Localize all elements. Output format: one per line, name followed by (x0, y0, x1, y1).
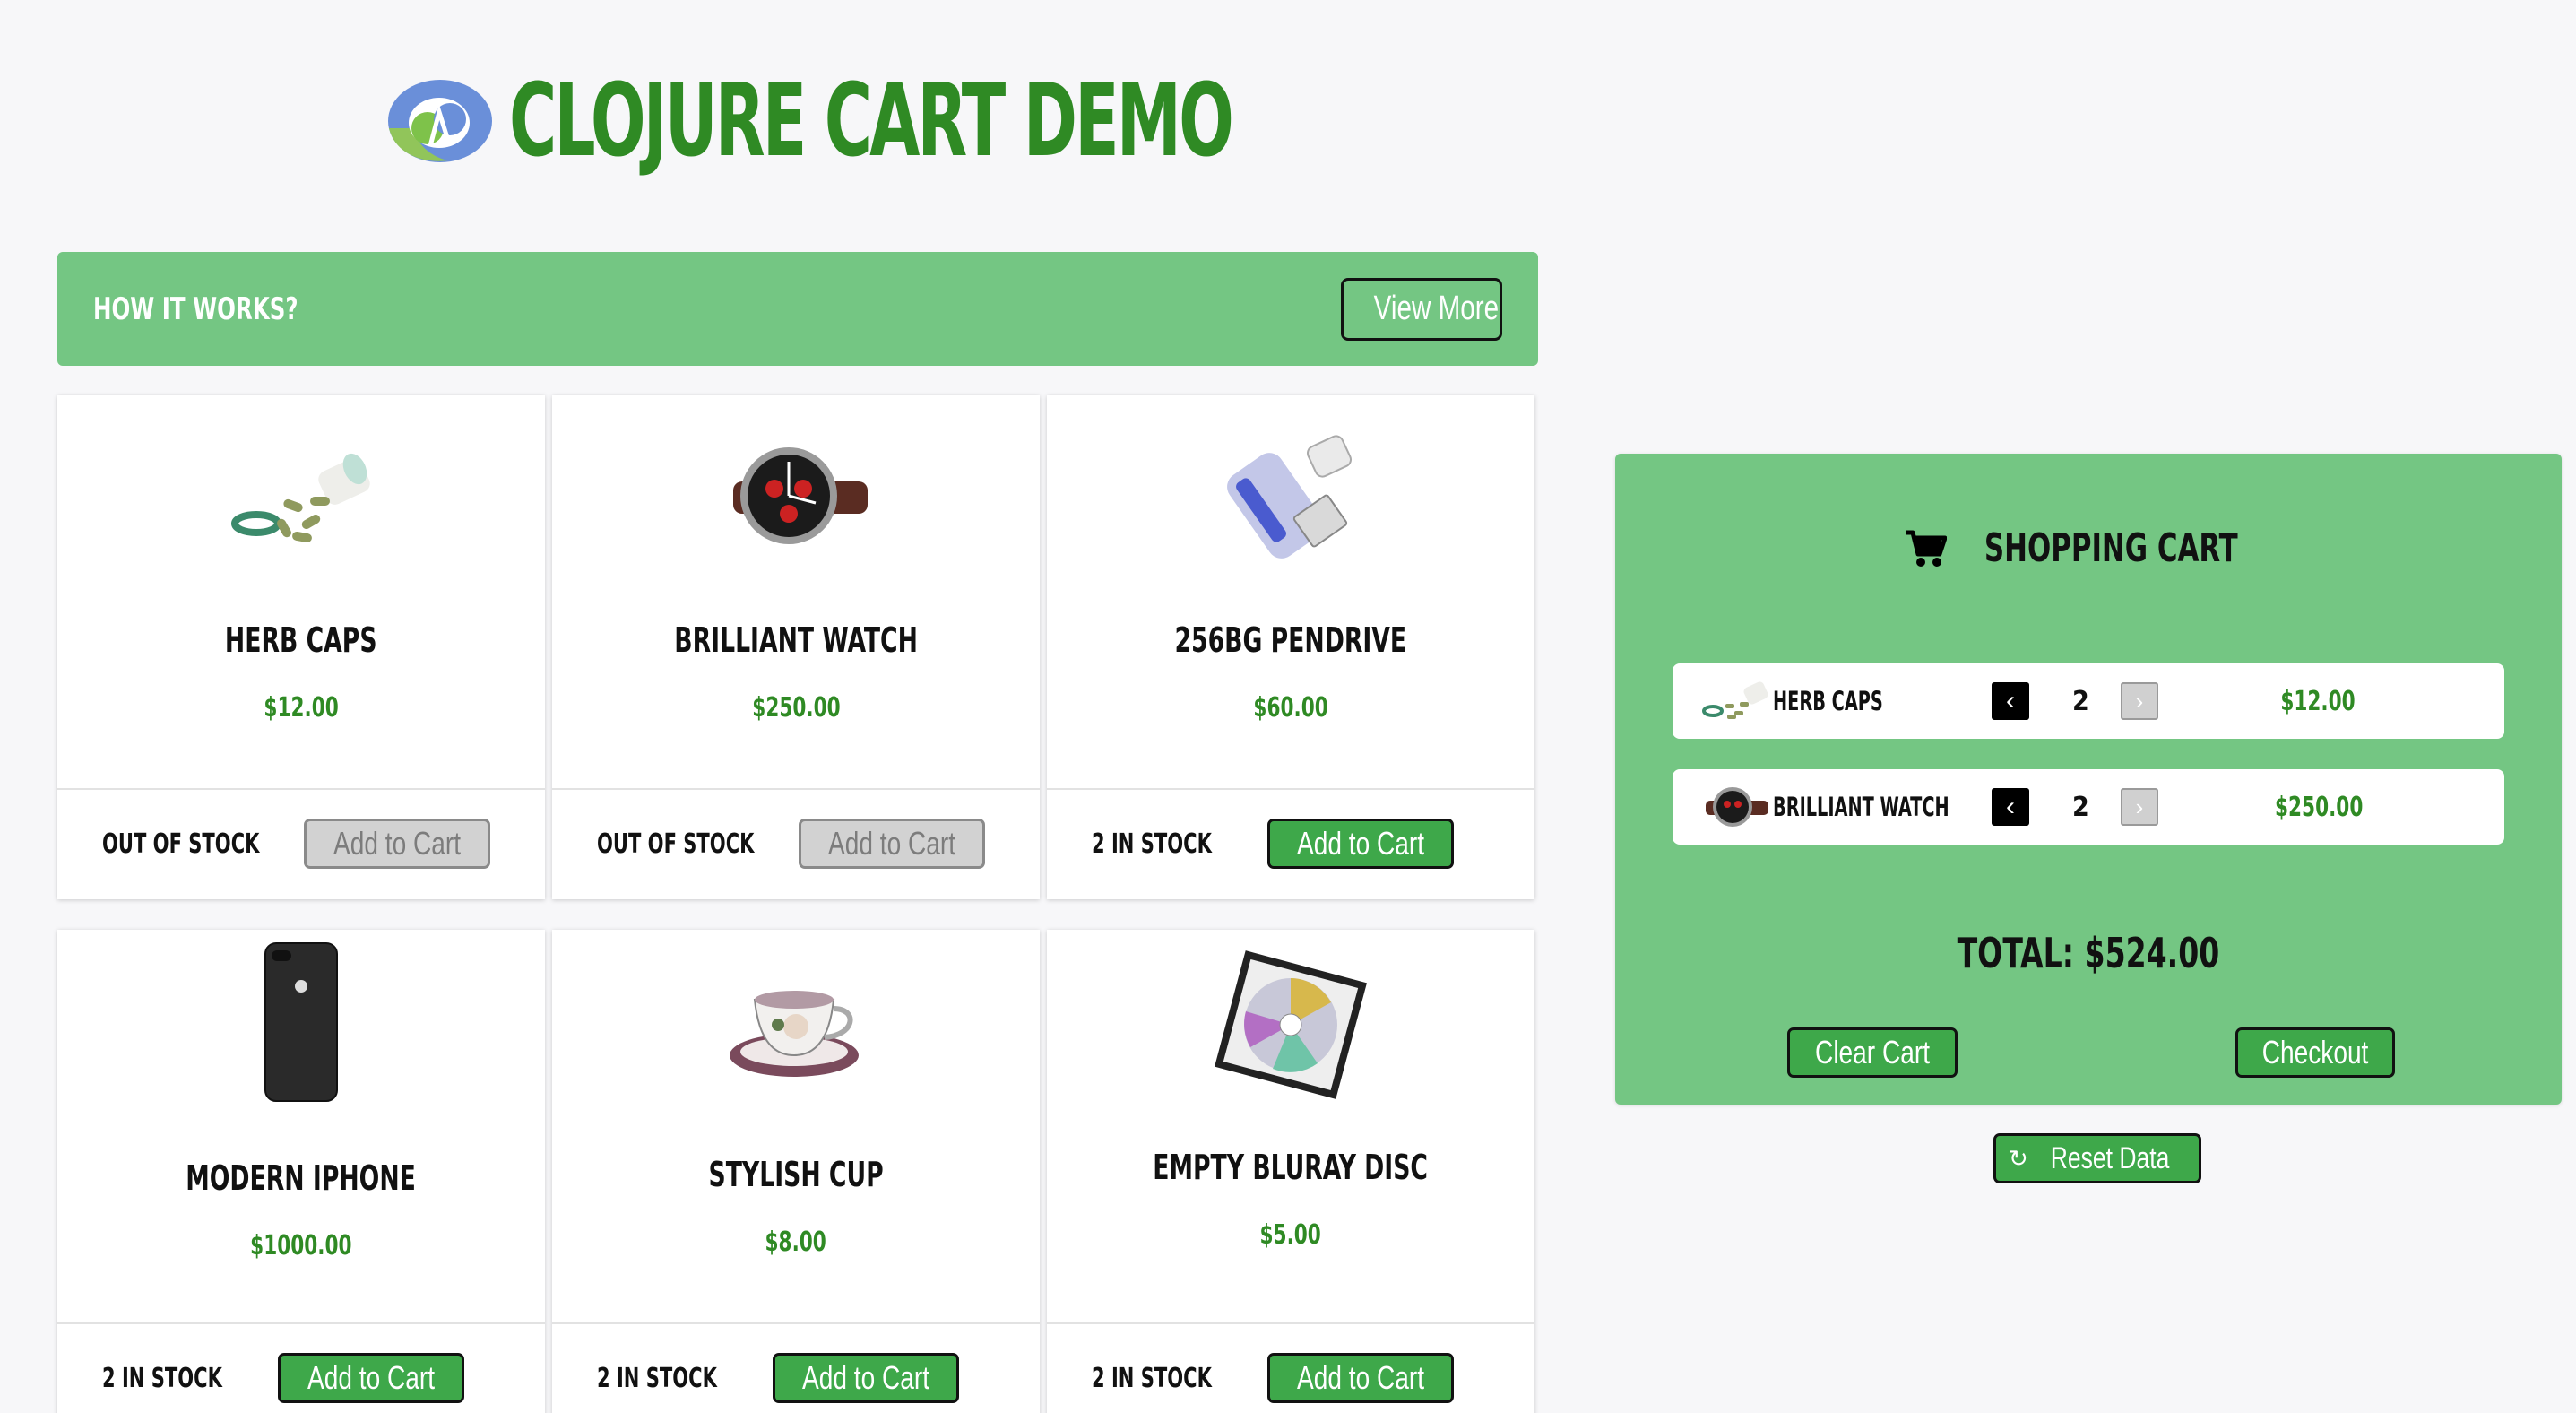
cart-item: HERB CAPS ‹ 2 › $12.00 (1673, 663, 2504, 739)
product-card: 256BG PENDRIVE $60.00 2 IN STOCK Add to … (1047, 395, 1534, 899)
product-grid: HERB CAPS $12.00 OUT OF STOCK Add to Car… (57, 395, 1536, 1413)
add-to-cart-button[interactable]: Add to Cart (277, 1353, 464, 1403)
quantity-value: 2 (2072, 791, 2089, 823)
how-it-works-bar: HOW IT WORKS? View More (57, 252, 1538, 366)
cart-item-price: $250.00 (2275, 791, 2364, 823)
quantity-value: 2 (2072, 685, 2089, 717)
cart-item: BRILLIANT WATCH ‹ 2 › $250.00 (1673, 769, 2504, 845)
reset-data-label: Reset Data (2050, 1140, 2170, 1175)
product-price: $250.00 (751, 692, 841, 724)
increase-qty-button[interactable]: › (2121, 682, 2158, 720)
product-name: EMPTY BLURAY DISC (1153, 1148, 1429, 1187)
stock-status: 2 IN STOCK (1092, 1362, 1212, 1394)
add-to-cart-button[interactable]: Add to Cart (1266, 1353, 1454, 1403)
stock-status: OUT OF STOCK (597, 828, 755, 860)
product-card: STYLISH CUP $8.00 2 IN STOCK Add to Cart (552, 930, 1040, 1413)
how-it-works-title: HOW IT WORKS? (93, 290, 298, 327)
cart-title: SHOPPING CART (1615, 525, 2562, 571)
cart-total: TOTAL: $524.00 (1957, 929, 2220, 977)
pendrive-image (1201, 422, 1380, 570)
product-price: $60.00 (1253, 692, 1328, 724)
bluray-disc-image (1201, 946, 1380, 1103)
clear-cart-button[interactable]: Clear Cart (1787, 1027, 1958, 1078)
stock-status: OUT OF STOCK (102, 828, 260, 860)
add-to-cart-button[interactable]: Add to Cart (772, 1353, 959, 1403)
watch-image (706, 422, 886, 570)
product-name: HERB CAPS (225, 620, 377, 660)
cart-item-name: BRILLIANT WATCH (1773, 792, 1949, 822)
decrease-qty-button[interactable]: ‹ (1992, 788, 2029, 826)
stock-status: 2 IN STOCK (102, 1362, 222, 1394)
add-to-cart-button[interactable]: Add to Cart (1266, 819, 1454, 869)
herb-caps-thumbnail (1699, 674, 1773, 728)
product-card: EMPTY BLURAY DISC $5.00 2 IN STOCK Add t… (1047, 930, 1534, 1413)
view-more-button[interactable]: View More (1341, 277, 1502, 341)
cup-image (706, 957, 886, 1105)
product-price: $5.00 (1259, 1219, 1322, 1251)
product-name: BRILLIANT WATCH (674, 620, 918, 660)
shopping-cart-icon (1905, 530, 1947, 567)
clojure-logo-icon (388, 80, 492, 162)
stock-status: 2 IN STOCK (597, 1362, 717, 1394)
product-price: $12.00 (264, 692, 339, 724)
shopping-cart-panel: SHOPPING CART HERB CAPS ‹ 2 › $12.00 BRI… (1615, 454, 2562, 1105)
product-card: BRILLIANT WATCH $250.00 OUT OF STOCK Add… (552, 395, 1040, 899)
cart-item-name: HERB CAPS (1773, 686, 1883, 716)
product-price: $8.00 (765, 1227, 827, 1258)
watch-thumbnail (1699, 780, 1773, 834)
app-title: CLOJURE CART DEMO (509, 63, 1234, 179)
product-card: HERB CAPS $12.00 OUT OF STOCK Add to Car… (57, 395, 545, 899)
decrease-qty-button[interactable]: ‹ (1992, 682, 2029, 720)
product-card: MODERN IPHONE $1000.00 2 IN STOCK Add to… (57, 930, 545, 1413)
app-header: CLOJURE CART DEMO (385, 63, 1512, 179)
add-to-cart-button[interactable]: Add to Cart (798, 819, 986, 869)
refresh-icon: ↻ (2009, 1144, 2028, 1172)
product-name: 256BG PENDRIVE (1174, 620, 1407, 660)
reset-data-button[interactable]: ↻ Reset Data (1993, 1133, 2201, 1183)
increase-qty-button[interactable]: › (2121, 788, 2158, 826)
stock-status: 2 IN STOCK (1092, 828, 1212, 860)
herb-caps-image (212, 422, 391, 570)
product-name: MODERN IPHONE (186, 1158, 417, 1198)
cart-item-price: $12.00 (2280, 685, 2356, 717)
checkout-button[interactable]: Checkout (2235, 1027, 2396, 1078)
add-to-cart-button[interactable]: Add to Cart (303, 819, 491, 869)
product-price: $1000.00 (250, 1230, 352, 1261)
iphone-image (212, 939, 391, 1105)
product-name: STYLISH CUP (708, 1155, 884, 1194)
